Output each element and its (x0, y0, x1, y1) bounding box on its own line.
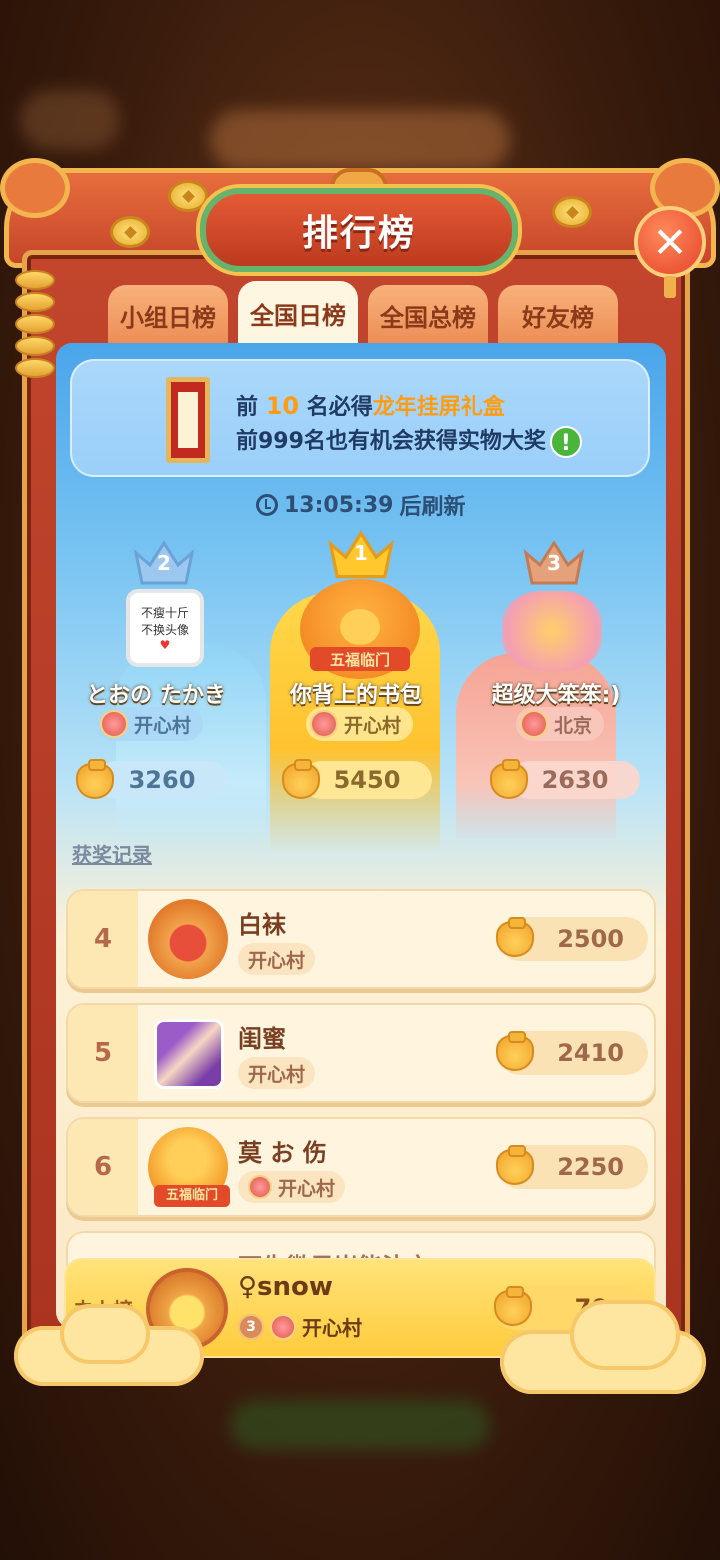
avatar[interactable]: 不瘦十斤 不换头像 ♥ (126, 589, 204, 667)
money-bag-icon (76, 759, 114, 799)
crown-icon-silver: 2 (132, 539, 196, 587)
tab-group-daily[interactable]: 小组日榜 (108, 285, 228, 345)
player-name: ♀snow (238, 1272, 333, 1302)
podium-name-1: 你背上的书包 (289, 683, 422, 708)
prize-banner[interactable]: 前 10 名必得龙年挂屏礼盒 前999名也有机会获得实物大奖! (70, 359, 650, 477)
rank-number: 6 (68, 1119, 138, 1215)
village-icon (520, 710, 548, 738)
list-item[interactable]: 5 闺蜜 开心村 2410 (66, 1003, 656, 1103)
award-record-link[interactable]: 获奖记录 (72, 839, 152, 868)
level-badge: 3 (238, 1313, 264, 1340)
refresh-timer: 13:05:39 后刷新 (256, 489, 465, 521)
avatar (148, 899, 228, 979)
roof-curl-left (0, 158, 70, 218)
avatar-frame-banner: 五福临门 (154, 1185, 230, 1207)
chick-face (340, 609, 380, 645)
village-badge: 开心村 (306, 707, 414, 741)
score-pill: 5450 (302, 761, 432, 799)
money-bag-icon (282, 759, 320, 799)
village-badge: 北京 (516, 707, 605, 741)
cloud-decoration (570, 1300, 680, 1370)
page-title: 排行榜 (301, 213, 416, 254)
village-icon (310, 710, 338, 738)
avatar (154, 1019, 224, 1089)
coin-icon (110, 216, 150, 248)
close-icon: ✕ (652, 217, 688, 267)
tab-bar: 小组日榜 全国日榜 全国总榜 好友榜 (108, 281, 618, 345)
village-icon (100, 710, 128, 738)
tab-national-total[interactable]: 全国总榜 (368, 285, 488, 345)
village-badge: 开心村 (238, 1171, 346, 1203)
banner-line-1: 前 10 名必得龙年挂屏礼盒 (236, 392, 505, 420)
village-badge: 3 开心村 (238, 1312, 362, 1341)
banner-line-2: 前999名也有机会获得实物大奖! (236, 423, 582, 458)
village-icon (248, 1175, 272, 1199)
player-name: 莫 お 伤 (238, 1139, 327, 1167)
crown-icon-bronze: 3 (522, 539, 586, 587)
village-badge: 开心村 (238, 1057, 316, 1089)
info-icon[interactable]: ! (549, 426, 582, 458)
coin-icon (168, 180, 208, 212)
list-item[interactable]: 6 五福临门 莫 お 伤 开心村 2250 (66, 1117, 656, 1217)
background-blur (230, 1400, 490, 1450)
coin-string-decoration (14, 270, 56, 380)
podium-name-2: とおの たかき (86, 683, 226, 708)
money-bag-icon (496, 1031, 534, 1071)
clock-icon (256, 494, 278, 516)
title-plaque: 排行榜 (200, 188, 518, 272)
player-name: 闺蜜 (238, 1025, 286, 1053)
avatar[interactable] (502, 591, 602, 671)
money-bag-icon (496, 917, 534, 957)
lantern-tassel (664, 276, 676, 298)
coin-icon (552, 196, 592, 228)
crown-icon-gold: 1 (326, 529, 396, 581)
close-button[interactable]: ✕ (634, 206, 706, 278)
money-bag-icon (494, 1286, 532, 1326)
rank-number: 4 (68, 891, 138, 987)
avatar-frame-banner: 五福临门 (310, 647, 410, 671)
score-pill: 2630 (510, 761, 640, 799)
money-bag-icon (490, 759, 528, 799)
background-blur (210, 110, 510, 170)
podium-name-3: 超级大笨笨:) (491, 683, 621, 708)
rank-number: 5 (68, 1005, 138, 1101)
cloud-decoration (60, 1304, 150, 1364)
ranking-panel: 前 10 名必得龙年挂屏礼盒 前999名也有机会获得实物大奖! 13:05:39… (56, 343, 666, 1328)
player-name: 白袜 (238, 911, 286, 939)
tab-national-daily[interactable]: 全国日榜 (238, 281, 358, 345)
village-badge: 开心村 (96, 707, 204, 741)
village-badge: 开心村 (238, 943, 316, 975)
background-blur (20, 90, 120, 150)
money-bag-icon (496, 1145, 534, 1185)
podium-ribbon-2 (116, 643, 266, 843)
village-icon (270, 1313, 296, 1340)
gift-scroll-icon (166, 377, 210, 463)
tab-friends[interactable]: 好友榜 (498, 285, 618, 345)
score-pill: 3260 (96, 761, 228, 799)
list-item[interactable]: 4 白袜 开心村 2500 (66, 889, 656, 989)
